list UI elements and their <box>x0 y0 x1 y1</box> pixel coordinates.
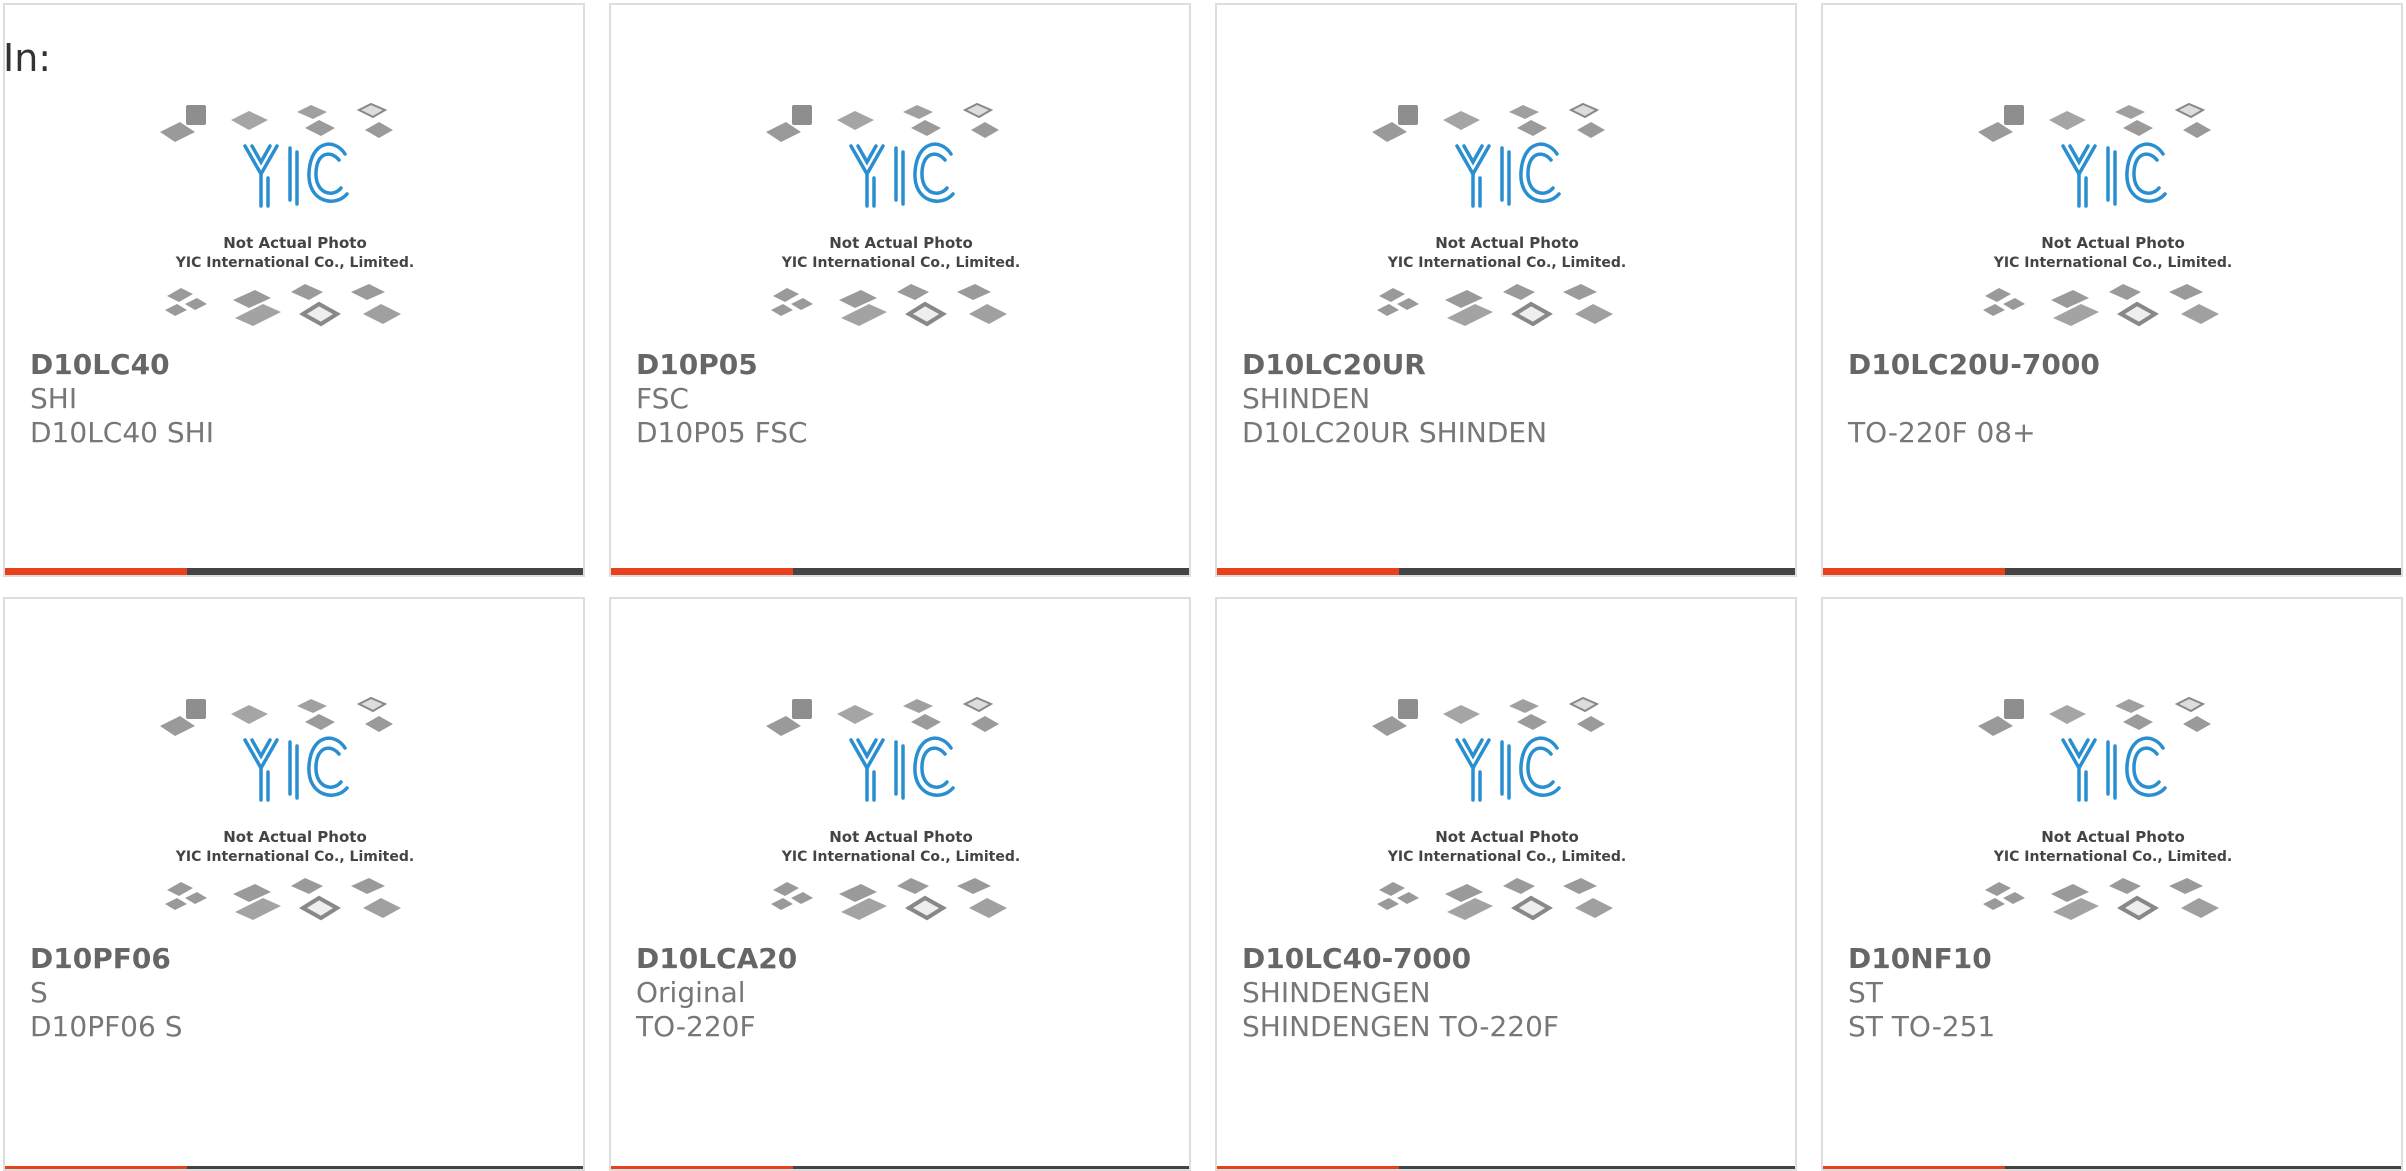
product-info: D10NF10 ST ST TO-251 <box>1848 942 2381 1044</box>
description-text: SHINDENGEN TO-220F <box>1242 1010 1560 1043</box>
description-text: TO-220F 08+ <box>1848 416 2036 449</box>
placeholder-caption-1: Not Actual Photo <box>2041 234 2185 252</box>
card-accent-bar <box>1217 1166 1399 1169</box>
card-bottom-bar <box>1823 568 2401 575</box>
placeholder-caption-1: Not Actual Photo <box>829 828 973 846</box>
placeholder-caption-2: YIC International Co., Limited. <box>781 255 1020 271</box>
product-thumbnail: Not Actual Photo YIC International Co., … <box>155 96 435 346</box>
description-text: D10LC20UR SHINDEN <box>1242 416 1548 449</box>
placeholder-caption-2: YIC International Co., Limited. <box>1387 849 1626 865</box>
product-grid: Not Actual Photo YIC International Co., … <box>3 3 2403 1171</box>
product-info: D10PF06 S D10PF06 S <box>30 942 563 1044</box>
placeholder-caption-2: YIC International Co., Limited. <box>1993 255 2232 271</box>
product-thumbnail: Not Actual Photo YIC International Co., … <box>761 690 1041 940</box>
card-accent-bar <box>1217 568 1399 575</box>
placeholder-caption-1: Not Actual Photo <box>1435 234 1579 252</box>
part-number[interactable]: D10LC40 <box>30 348 563 382</box>
placeholder-caption-2: YIC International Co., Limited. <box>175 255 414 271</box>
product-card[interactable]: Not Actual Photo YIC International Co., … <box>3 597 585 1171</box>
card-bottom-bar <box>611 568 1189 575</box>
card-accent-bar <box>611 1166 793 1169</box>
product-thumbnail: Not Actual Photo YIC International Co., … <box>1973 96 2253 346</box>
placeholder-caption-1: Not Actual Photo <box>829 234 973 252</box>
brand-text: S <box>30 976 48 1009</box>
card-accent-bar <box>1823 1166 2005 1169</box>
description-text: TO-220F <box>636 1010 756 1043</box>
part-number[interactable]: D10LCA20 <box>636 942 1169 976</box>
placeholder-caption-1: Not Actual Photo <box>223 828 367 846</box>
product-thumbnail: Not Actual Photo YIC International Co., … <box>1367 690 1647 940</box>
card-bottom-bar <box>5 568 583 575</box>
product-info: D10P05 FSC D10P05 FSC <box>636 348 1169 450</box>
in-label: In: <box>3 36 52 80</box>
product-thumbnail: Not Actual Photo YIC International Co., … <box>1973 690 2253 940</box>
card-accent-bar <box>1823 568 2005 575</box>
card-bottom-bar <box>1823 1166 2401 1169</box>
product-card[interactable]: Not Actual Photo YIC International Co., … <box>609 3 1191 577</box>
product-info: D10LC20U-7000 TO-220F 08+ <box>1848 348 2381 450</box>
card-accent-bar <box>611 568 793 575</box>
placeholder-caption-1: Not Actual Photo <box>223 234 367 252</box>
brand-text: SHINDEN <box>1242 382 1371 415</box>
placeholder-caption-2: YIC International Co., Limited. <box>175 849 414 865</box>
product-thumbnail: Not Actual Photo YIC International Co., … <box>1367 96 1647 346</box>
placeholder-caption-2: YIC International Co., Limited. <box>1993 849 2232 865</box>
part-number[interactable]: D10NF10 <box>1848 942 2381 976</box>
part-number[interactable]: D10LC20UR <box>1242 348 1775 382</box>
part-number[interactable]: D10P05 <box>636 348 1169 382</box>
placeholder-caption-2: YIC International Co., Limited. <box>1387 255 1626 271</box>
product-thumbnail: Not Actual Photo YIC International Co., … <box>761 96 1041 346</box>
product-card[interactable]: Not Actual Photo YIC International Co., … <box>1215 3 1797 577</box>
product-info: D10LCA20 Original TO-220F <box>636 942 1169 1044</box>
product-info: D10LC40-7000 SHINDENGEN SHINDENGEN TO-22… <box>1242 942 1775 1044</box>
product-card[interactable]: Not Actual Photo YIC International Co., … <box>609 597 1191 1171</box>
brand-text: SHINDENGEN <box>1242 976 1431 1009</box>
product-card[interactable]: Not Actual Photo YIC International Co., … <box>1215 597 1797 1171</box>
part-number[interactable]: D10LC40-7000 <box>1242 942 1775 976</box>
product-card[interactable]: Not Actual Photo YIC International Co., … <box>1821 597 2403 1171</box>
brand-text: Original <box>636 976 746 1009</box>
part-number[interactable]: D10LC20U-7000 <box>1848 348 2381 382</box>
product-card[interactable]: Not Actual Photo YIC International Co., … <box>3 3 585 577</box>
product-card[interactable]: Not Actual Photo YIC International Co., … <box>1821 3 2403 577</box>
description-text: D10PF06 S <box>30 1010 183 1043</box>
placeholder-caption-2: YIC International Co., Limited. <box>781 849 1020 865</box>
description-text: D10LC40 SHI <box>30 416 214 449</box>
placeholder-caption-1: Not Actual Photo <box>1435 828 1579 846</box>
card-bottom-bar <box>1217 1166 1795 1169</box>
description-text: ST TO-251 <box>1848 1010 1996 1043</box>
card-accent-bar <box>5 568 187 575</box>
card-bottom-bar <box>1217 568 1795 575</box>
card-bottom-bar <box>5 1166 583 1169</box>
placeholder-caption-1: Not Actual Photo <box>2041 828 2185 846</box>
brand-text <box>1848 382 2381 416</box>
card-accent-bar <box>5 1166 187 1169</box>
card-bottom-bar <box>611 1166 1189 1169</box>
description-text: D10P05 FSC <box>636 416 808 449</box>
brand-text: SHI <box>30 382 78 415</box>
product-info: D10LC40 SHI D10LC40 SHI <box>30 348 563 450</box>
brand-text: ST <box>1848 976 1883 1009</box>
product-thumbnail: Not Actual Photo YIC International Co., … <box>155 690 435 940</box>
part-number[interactable]: D10PF06 <box>30 942 563 976</box>
brand-text: FSC <box>636 382 689 415</box>
product-info: D10LC20UR SHINDEN D10LC20UR SHINDEN <box>1242 348 1775 450</box>
